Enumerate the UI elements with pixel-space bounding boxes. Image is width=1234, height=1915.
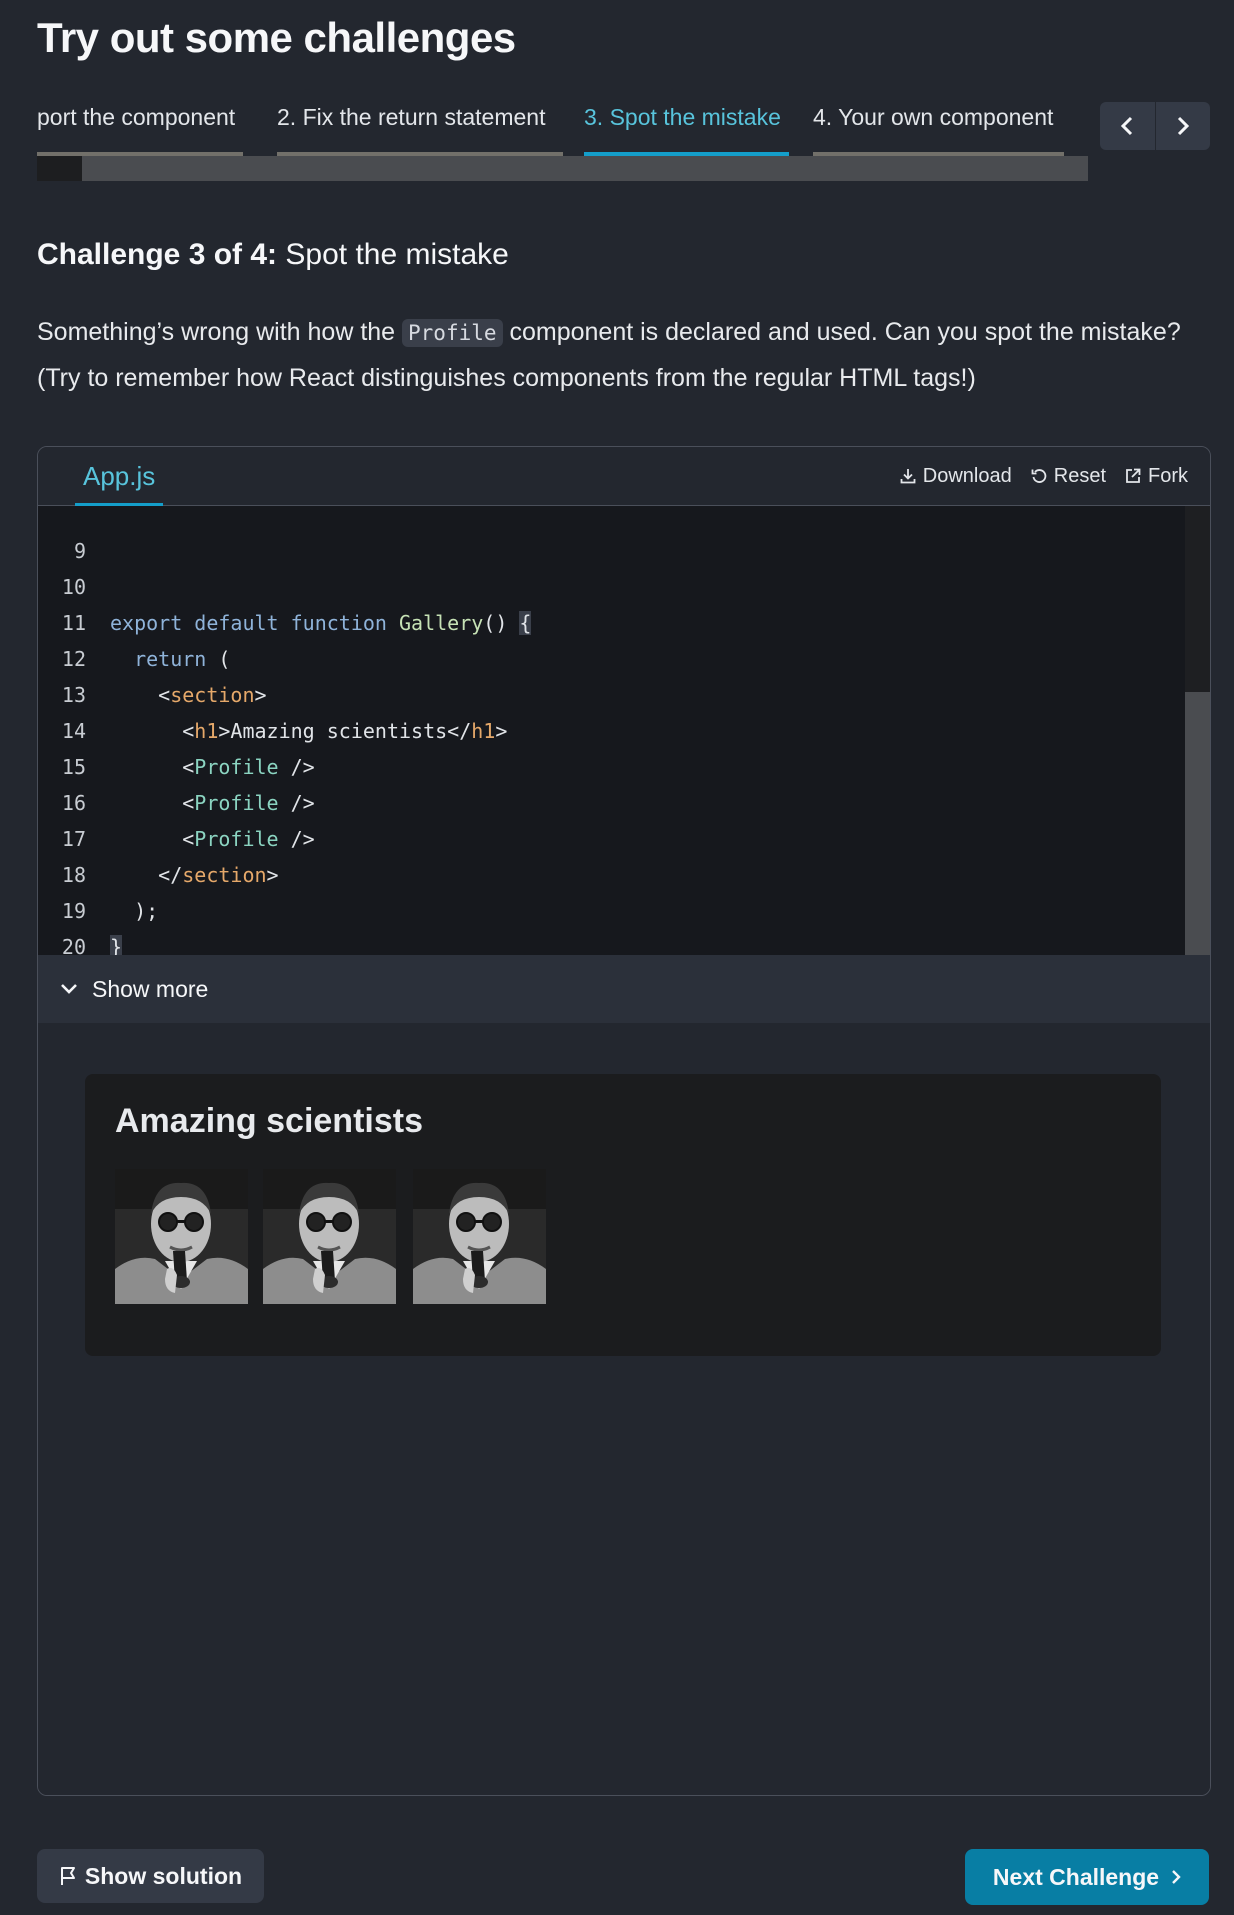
challenge-nav [1100, 102, 1210, 150]
tab-label: 2. Fix the return statement [277, 104, 546, 130]
scientist-photo [263, 1169, 396, 1304]
code-text: <h1>Amazing scientists</h1> [110, 719, 508, 743]
challenge-name: Spot the mistake [285, 238, 509, 271]
preview-pane: Amazing scientists [38, 1024, 1210, 1795]
show-solution-button[interactable]: Show solution [37, 1849, 264, 1903]
code-line: 9 [38, 506, 134, 563]
code-text: </section> [110, 863, 279, 887]
code-line: 13 <h1>Amazing scientists</h1> [38, 641, 508, 743]
code-line: 11 return ( [38, 569, 231, 671]
challenge-description: Something’s wrong with how the Profile c… [37, 310, 1197, 401]
download-button[interactable]: Download [899, 465, 1012, 488]
show-more-button[interactable]: Show more [38, 955, 1210, 1023]
previous-challenge-button[interactable] [1100, 102, 1155, 150]
challenge-tabs: port the component 2. Fix the return sta… [37, 96, 1088, 156]
tab-challenge-4[interactable]: 4. Your own component [813, 96, 1064, 156]
code-line: 20 [38, 893, 134, 955]
code-line: 14 <Profile /> [38, 677, 315, 779]
code-line: 16 <Profile /> [38, 749, 315, 851]
scrollbar-thumb[interactable] [37, 156, 82, 181]
section-title: Try out some challenges [37, 14, 516, 61]
code-editor[interactable]: 9 10 export default function Gallery() {… [38, 506, 1210, 955]
tab-challenge-2[interactable]: 2. Fix the return statement [277, 96, 563, 156]
tab-challenge-3[interactable]: 3. Spot the mistake [584, 96, 789, 156]
editor-scrollbar[interactable] [1185, 506, 1210, 955]
line-number: 20 [61, 935, 86, 955]
next-challenge-nav-button[interactable] [1154, 102, 1211, 150]
download-label: Download [922, 464, 1012, 487]
scientist-photo [413, 1169, 546, 1304]
code-line: 18 ); [38, 821, 158, 923]
reset-button[interactable]: Reset [1030, 465, 1106, 488]
fork-button[interactable]: Fork [1124, 465, 1188, 488]
show-solution-label: Show solution [84, 1862, 243, 1889]
inline-code: Profile [402, 319, 503, 347]
file-tab-label: App.js [83, 461, 156, 491]
code-line: 15 <Profile /> [38, 713, 315, 815]
download-icon [900, 469, 916, 484]
next-challenge-label: Next Challenge [992, 1863, 1160, 1890]
preview-card: Amazing scientists [85, 1074, 1161, 1356]
tab-label: 3. Spot the mistake [584, 104, 781, 130]
show-more-label: Show more [92, 975, 209, 1002]
code-line: 17 </section> [38, 785, 279, 887]
chevron-right-icon [1177, 116, 1189, 136]
sandbox-header: App.js Download Reset Fork [38, 447, 1210, 506]
tab-challenge-1[interactable]: port the component [37, 96, 243, 156]
challenges-page: Try out some challenges port the compone… [0, 0, 1234, 1915]
flag-icon [60, 1867, 75, 1885]
chevron-down-icon [61, 984, 77, 994]
external-link-icon [1126, 468, 1141, 483]
tab-label: 4. Your own component [813, 104, 1054, 130]
chevron-right-icon [1172, 1870, 1181, 1884]
tabs-scrollbar[interactable] [37, 156, 1088, 181]
editor-scrollbar-thumb[interactable] [1185, 692, 1210, 955]
reset-icon [1031, 469, 1047, 483]
sandbox-actions: Download Reset Fork [899, 447, 1188, 505]
fork-label: Fork [1148, 464, 1188, 487]
code-line: 10 export default function Gallery() { [38, 533, 532, 635]
code-text: <Profile /> [110, 791, 315, 815]
code-line: 12 <section> [38, 605, 267, 707]
next-challenge-button[interactable]: Next Challenge [965, 1849, 1209, 1905]
code-text: <Profile /> [110, 755, 315, 779]
preview-heading: Amazing scientists [115, 1102, 423, 1140]
tab-label: port the component [37, 104, 236, 130]
file-tab-app-js[interactable]: App.js [75, 447, 164, 506]
code-line: 19 } [38, 857, 134, 955]
code-text: <Profile /> [110, 827, 315, 851]
reset-label: Reset [1053, 464, 1106, 487]
code-sandbox: App.js Download Reset Fork 9 10 export d… [37, 446, 1211, 1796]
challenge-heading: Challenge 3 of 4: Spot the mistake [37, 238, 509, 272]
chevron-left-icon [1121, 116, 1133, 136]
code-text: export default function Gallery() { [110, 611, 532, 635]
desc-text-before: Something’s wrong with how the [37, 318, 403, 346]
challenge-number: Challenge 3 of 4: [37, 238, 278, 271]
scientist-photo [115, 1169, 248, 1304]
